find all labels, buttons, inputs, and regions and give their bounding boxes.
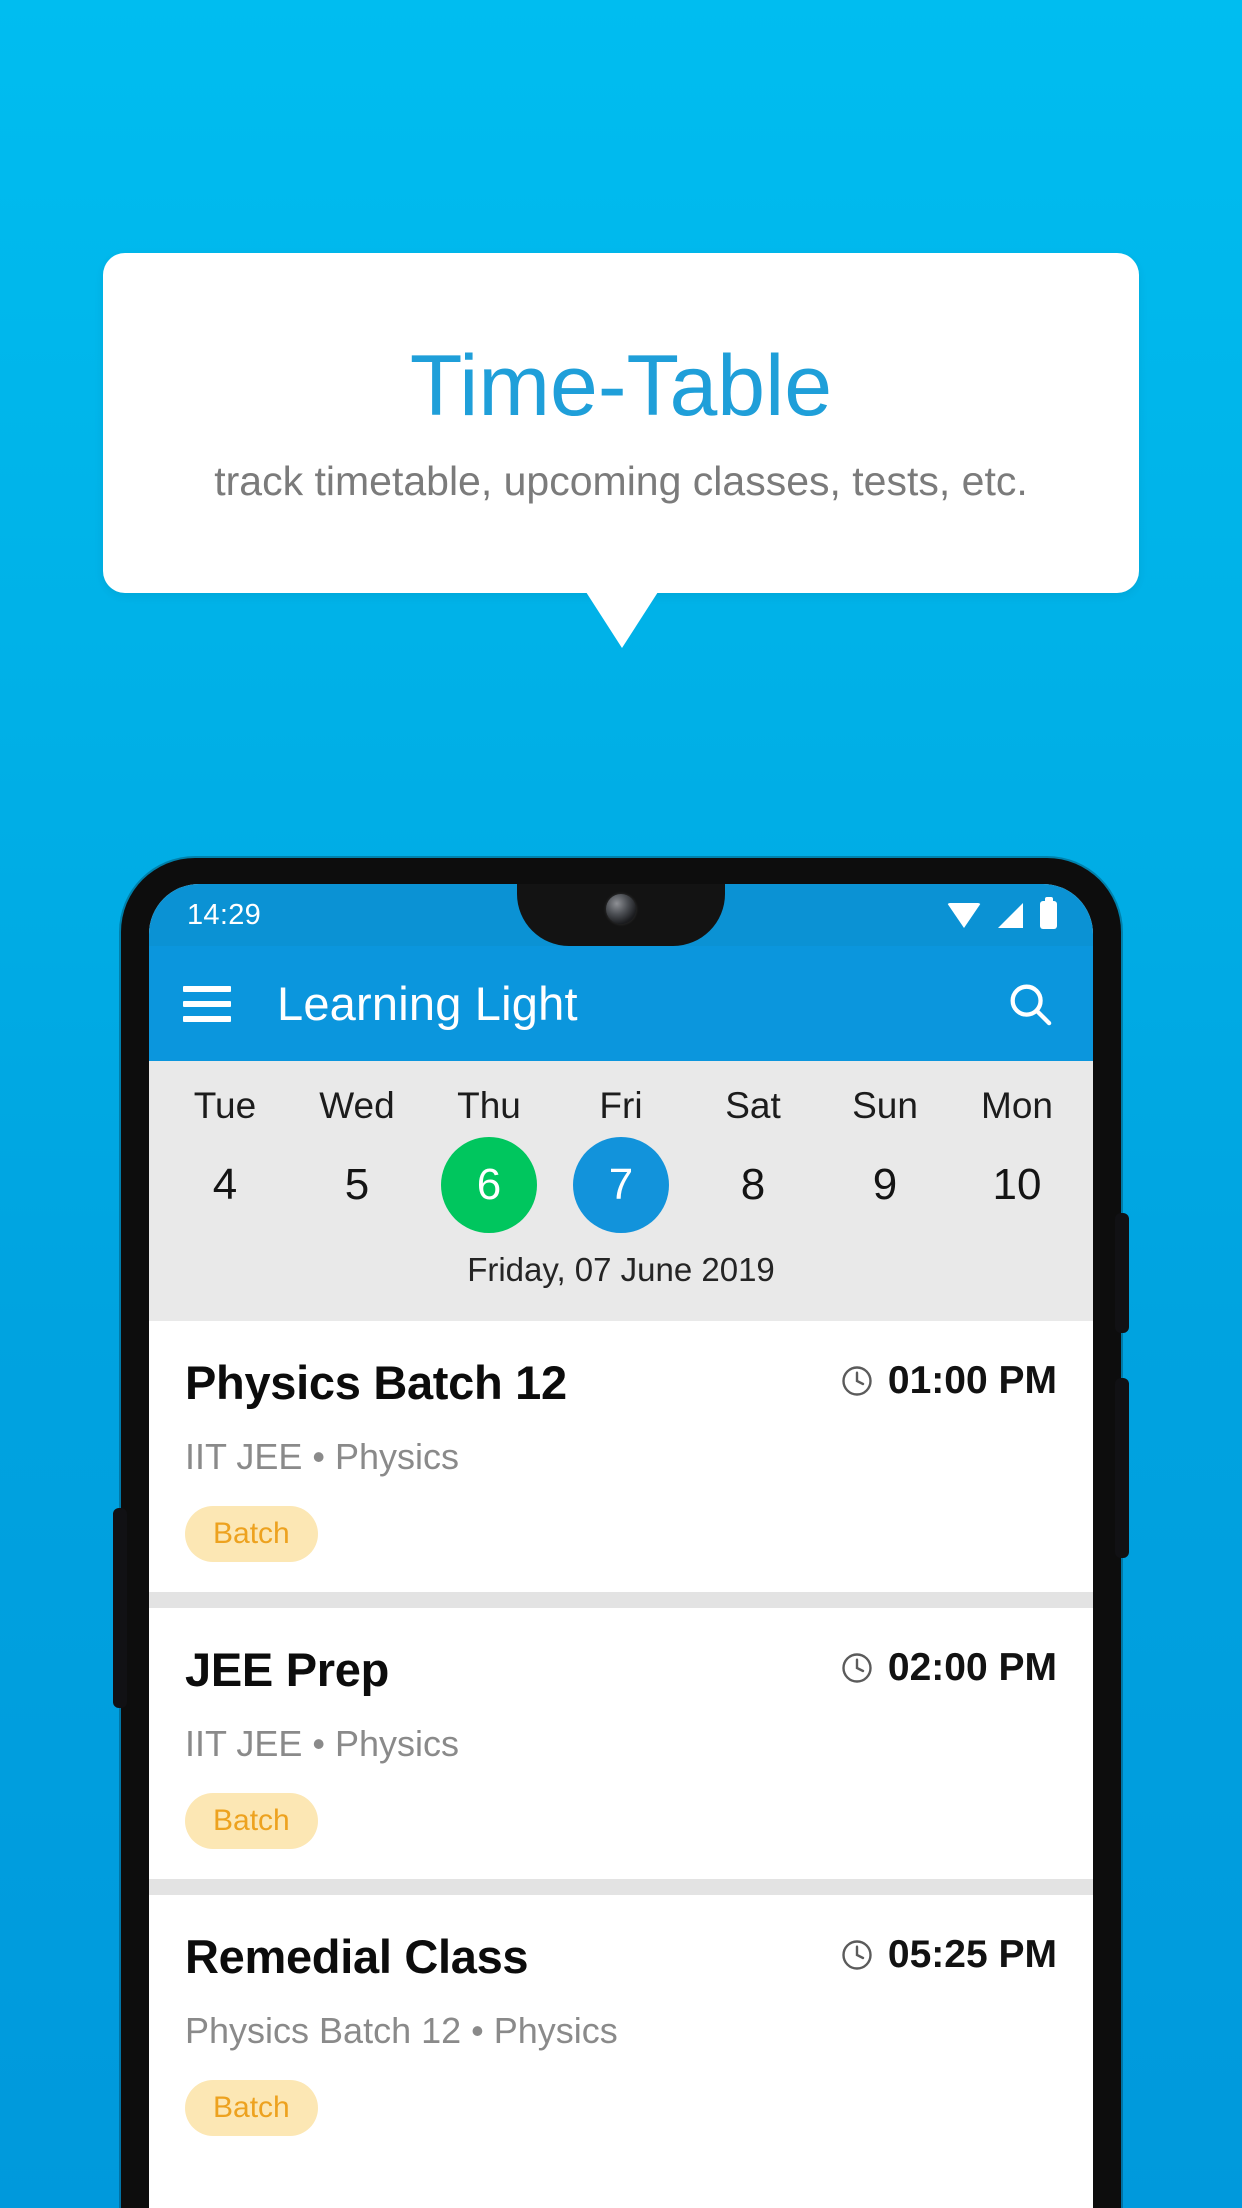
date-number: 6: [441, 1137, 537, 1233]
date-cell-9[interactable]: 9: [819, 1137, 951, 1233]
day-cell[interactable]: Sat: [687, 1071, 819, 1133]
promo-callout-tail: [586, 592, 658, 648]
app-bar: Learning Light: [149, 946, 1093, 1061]
status-badge: Batch: [185, 1506, 318, 1562]
class-title: JEE Prep: [185, 1643, 389, 1696]
phone-frame: 14:29 Learning Light Tue Wed Thu Fri Sat…: [113, 858, 1129, 2208]
date-cell-6-today[interactable]: 6: [423, 1137, 555, 1233]
day-name: Wed: [319, 1085, 395, 1126]
selected-date-label: Friday, 07 June 2019: [467, 1251, 775, 1288]
date-number: 9: [872, 1160, 898, 1209]
phone-left-button[interactable]: [113, 1508, 127, 1708]
day-cell[interactable]: Wed: [291, 1071, 423, 1133]
clock-icon: [842, 1366, 872, 1396]
class-card[interactable]: JEE Prep 02:00 PM IIT JEE • Physics Batc…: [149, 1608, 1093, 1879]
date-cell-10[interactable]: 10: [951, 1137, 1083, 1233]
promo-title: Time-Table: [409, 338, 833, 435]
date-number: 5: [344, 1160, 370, 1209]
day-cell[interactable]: Sun: [819, 1071, 951, 1133]
search-icon[interactable]: [1001, 975, 1059, 1033]
day-names-row: Tue Wed Thu Fri Sat Sun Mon: [149, 1071, 1093, 1133]
signal-icon: [998, 902, 1023, 928]
app-title: Learning Light: [277, 977, 578, 1030]
class-time: 02:00 PM: [887, 1646, 1057, 1689]
status-icons: [947, 901, 1057, 929]
class-subtitle: IIT JEE • Physics: [185, 1723, 460, 1764]
date-strip: Tue Wed Thu Fri Sat Sun Mon 4 5 6 7 8 9 …: [149, 1061, 1093, 1321]
class-card[interactable]: Remedial Class 05:25 PM Physics Batch 12…: [149, 1895, 1093, 2166]
phone-screen: 14:29 Learning Light Tue Wed Thu Fri Sat…: [149, 884, 1093, 2208]
class-list: Physics Batch 12 01:00 PM IIT JEE • Phys…: [149, 1321, 1093, 2166]
day-name: Thu: [457, 1085, 521, 1126]
promo-subtitle: track timetable, upcoming classes, tests…: [214, 457, 1028, 504]
class-time: 01:00 PM: [887, 1359, 1057, 1402]
class-time-group: 05:25 PM: [839, 1933, 1057, 1977]
class-subtitle: Physics Batch 12 • Physics: [185, 2010, 618, 2051]
wifi-icon: [947, 902, 981, 928]
phone-volume-button[interactable]: [1115, 1378, 1129, 1558]
day-name: Mon: [981, 1085, 1053, 1126]
front-camera-icon: [606, 894, 636, 924]
promo-callout-bubble: Time-Table track timetable, upcoming cla…: [103, 253, 1139, 593]
date-cell-7-selected[interactable]: 7: [555, 1137, 687, 1233]
day-cell[interactable]: Mon: [951, 1071, 1083, 1133]
class-time-group: 02:00 PM: [839, 1646, 1057, 1690]
day-name: Tue: [193, 1085, 257, 1126]
class-time: 05:25 PM: [887, 1933, 1057, 1976]
phone-notch: [517, 884, 725, 946]
day-cell[interactable]: Fri: [555, 1071, 687, 1133]
day-cell[interactable]: Tue: [159, 1071, 291, 1133]
clock-icon: [842, 1940, 872, 1970]
day-cell[interactable]: Thu: [423, 1071, 555, 1133]
class-card[interactable]: Physics Batch 12 01:00 PM IIT JEE • Phys…: [149, 1321, 1093, 1592]
clock-icon: [842, 1653, 872, 1683]
status-badge: Batch: [185, 2080, 318, 2136]
date-number: 4: [212, 1160, 238, 1209]
status-badge: Batch: [185, 1793, 318, 1849]
day-name: Sat: [725, 1085, 781, 1126]
status-time: 14:29: [187, 898, 262, 931]
day-numbers-row: 4 5 6 7 8 9 10: [149, 1137, 1093, 1233]
class-time-group: 01:00 PM: [839, 1359, 1057, 1403]
promo-screenshot: Time-Table track timetable, upcoming cla…: [0, 0, 1242, 2208]
class-subtitle: IIT JEE • Physics: [185, 1436, 460, 1477]
date-number: 7: [573, 1137, 669, 1233]
hamburger-menu-icon[interactable]: [183, 985, 231, 1022]
date-cell-4[interactable]: 4: [159, 1137, 291, 1233]
battery-icon: [1040, 901, 1057, 929]
date-cell-5[interactable]: 5: [291, 1137, 423, 1233]
class-title: Physics Batch 12: [185, 1356, 567, 1409]
class-title: Remedial Class: [185, 1930, 529, 1983]
phone-power-button[interactable]: [1115, 1213, 1129, 1333]
day-name: Sun: [852, 1085, 918, 1126]
date-number: 10: [992, 1160, 1042, 1209]
date-number: 8: [740, 1160, 766, 1209]
date-cell-8[interactable]: 8: [687, 1137, 819, 1233]
day-name: Fri: [599, 1085, 643, 1126]
